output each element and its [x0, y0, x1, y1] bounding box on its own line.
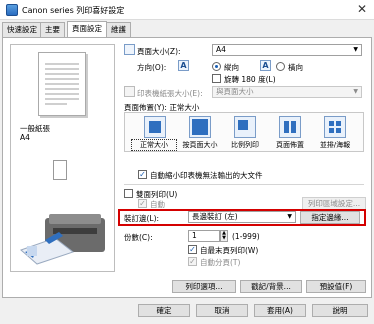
layout-tiling-poster-icon[interactable] [324, 116, 346, 138]
layout-page-layout-label[interactable]: 頁面佈置 [268, 140, 312, 150]
printer-illustration [20, 214, 105, 265]
page-size-dropdown[interactable]: A4 ▼ [212, 44, 362, 56]
layout-scaled-label[interactable]: 比例列印 [223, 140, 267, 150]
auto-reduce-checkbox[interactable]: ✓ [138, 170, 147, 179]
close-button[interactable]: ✕ [352, 1, 372, 18]
layout-tiling-poster-label[interactable]: 並排/海報 [313, 140, 357, 150]
landscape-label: 橫向 [288, 63, 303, 72]
duplex-auto-checkbox[interactable]: ✓ [138, 199, 147, 208]
section-divider [124, 184, 364, 185]
defaults-button[interactable]: 預設值(F) [306, 280, 366, 293]
portrait-radio[interactable] [212, 62, 221, 71]
auto-reduce-label: 自動縮小印表機無法輸出的大文件 [150, 171, 263, 180]
printer-paper-size-label: 印表機紙張大小(E): [137, 89, 203, 98]
rotate-180-checkbox[interactable] [212, 74, 221, 83]
stamp-background-button[interactable]: 戳記/背景... [240, 280, 302, 293]
layout-fit-to-page-icon[interactable] [189, 116, 211, 138]
paper-output-icon [53, 160, 67, 180]
chevron-down-icon: ▼ [353, 88, 358, 95]
tab-maintenance[interactable]: 維護 [106, 22, 131, 37]
portrait-icon: A [178, 60, 189, 71]
tab-page-setup[interactable]: 頁面設定 [67, 21, 107, 38]
paper-size-label: A4 [20, 133, 30, 142]
rotate-180-label: 旋轉 180 度(L) [224, 75, 276, 84]
print-from-last-page-checkbox[interactable]: ✓ [188, 245, 197, 254]
title-bar: Canon series 列印喜好設定 ✕ [0, 0, 374, 20]
help-button[interactable]: 說明 [312, 304, 368, 317]
page-preview-image [38, 52, 86, 116]
landscape-radio[interactable] [276, 62, 285, 71]
layout-page-layout-icon[interactable] [279, 116, 301, 138]
page-size-icon [124, 44, 135, 55]
collate-label: 自動分頁(T) [200, 258, 241, 267]
print-from-last-page-label: 自最末頁列印(W) [200, 246, 259, 255]
landscape-icon: A [260, 60, 271, 71]
copies-range-label: (1-999) [232, 232, 260, 241]
layout-fit-to-page-label[interactable]: 按頁面大小 [178, 140, 222, 150]
cancel-button[interactable]: 取消 [196, 304, 248, 317]
tab-quick-setup[interactable]: 快速設定 [2, 22, 42, 37]
collate-checkbox[interactable]: ✓ [188, 257, 197, 266]
highlight-box [118, 209, 366, 226]
page-size-value: A4 [216, 45, 226, 54]
portrait-label: 縱向 [224, 63, 239, 72]
copies-label: 份數(C): [124, 233, 153, 242]
chevron-down-icon: ▼ [353, 46, 358, 53]
ok-button[interactable]: 確定 [138, 304, 190, 317]
printer-paper-size-dropdown[interactable]: 與頁面大小 ▼ [212, 86, 362, 98]
window-title: Canon series 列印喜好設定 [22, 6, 125, 15]
print-options-button[interactable]: 列印選項... [172, 280, 236, 293]
printer-paper-size-value: 與頁面大小 [216, 87, 254, 96]
printer-app-icon [6, 4, 18, 16]
copies-input[interactable]: 1 [188, 230, 220, 242]
tab-main[interactable]: 主要 [40, 22, 65, 37]
layout-normal-icon[interactable] [144, 116, 166, 138]
layout-normal-label[interactable]: 正常大小 [131, 139, 177, 151]
layout-scaled-icon[interactable] [234, 116, 256, 138]
apply-button[interactable]: 套用(A) [254, 304, 306, 317]
copies-stepper[interactable]: ▲ ▼ [220, 230, 228, 242]
duplex-checkbox[interactable] [124, 189, 133, 198]
printer-paper-icon [124, 86, 135, 97]
orientation-label: 方向(O): [137, 63, 167, 72]
page-size-label: 頁面大小(Z): [137, 47, 181, 56]
